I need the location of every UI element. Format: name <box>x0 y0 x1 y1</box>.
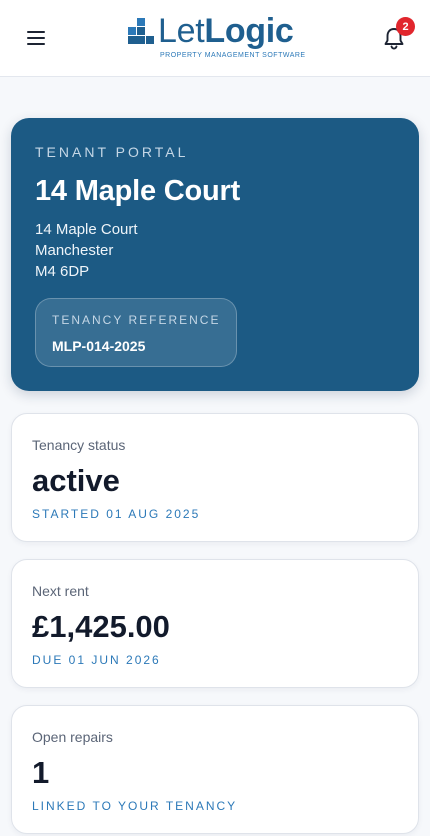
tenancy-reference-box: TENANCY REFERENCE MLP-014-2025 <box>35 298 237 367</box>
card-subtext: STARTED 01 AUG 2025 <box>32 507 201 521</box>
notification-count-badge: 2 <box>396 17 415 36</box>
app-header: LetLogic PROPERTY MANAGEMENT SOFTWARE 2 <box>0 0 430 77</box>
card-label: Next rent <box>32 583 89 599</box>
card-subtext: LINKED TO YOUR TENANCY <box>32 799 238 813</box>
property-title: 14 Maple Court <box>35 175 241 207</box>
open-repairs-card[interactable]: Open repairs 1 LINKED TO YOUR TENANCY <box>11 705 419 834</box>
brand-tagline: PROPERTY MANAGEMENT SOFTWARE <box>160 52 306 59</box>
brand-name: LetLogic <box>158 11 294 51</box>
brand-name-part2: Logic <box>204 12 294 50</box>
card-label: Open repairs <box>32 729 113 745</box>
tenant-portal-card: TENANT PORTAL 14 Maple Court 14 Maple Co… <box>11 118 419 391</box>
address-line: Manchester <box>35 242 114 259</box>
menu-button[interactable] <box>24 26 48 50</box>
card-value: active <box>32 463 120 498</box>
address-line: 14 Maple Court <box>35 221 138 238</box>
card-label: Tenancy status <box>32 437 126 453</box>
card-subtext: DUE 01 JUN 2026 <box>32 653 161 667</box>
next-rent-card[interactable]: Next rent £1,425.00 DUE 01 JUN 2026 <box>11 559 419 688</box>
tenancy-status-card[interactable]: Tenancy status active STARTED 01 AUG 202… <box>11 413 419 542</box>
address-line: M4 6DP <box>35 263 90 280</box>
portal-eyebrow: TENANT PORTAL <box>35 144 189 160</box>
card-value: £1,425.00 <box>32 609 170 644</box>
hamburger-icon <box>27 31 45 45</box>
brand-logo[interactable]: LetLogic PROPERTY MANAGEMENT SOFTWARE <box>128 11 306 64</box>
tenancy-reference-value: MLP-014-2025 <box>52 338 146 354</box>
tenancy-reference-label: TENANCY REFERENCE <box>52 313 221 327</box>
brand-name-part1: Let <box>158 12 205 50</box>
logo-mark-icon <box>128 18 154 44</box>
property-address: 14 Maple Court Manchester M4 6DP <box>35 219 138 282</box>
card-value: 1 <box>32 755 50 790</box>
